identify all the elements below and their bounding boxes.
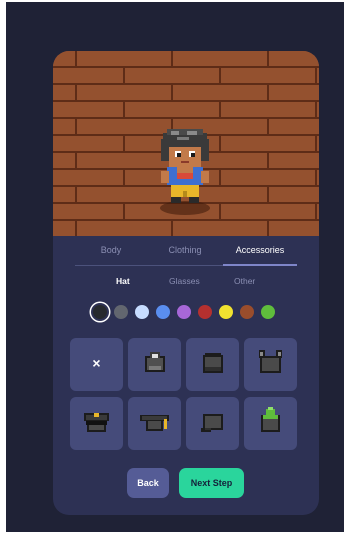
next-step-button[interactable]: Next Step — [179, 468, 244, 498]
color-swatch[interactable] — [219, 305, 233, 319]
police-cap-icon — [84, 413, 109, 432]
hat-option-beanie[interactable] — [186, 338, 239, 391]
color-swatch[interactable] — [135, 305, 149, 319]
graduation-cap-icon — [140, 415, 169, 431]
color-swatch[interactable] — [198, 305, 212, 319]
tab-accessories[interactable]: Accessories — [223, 245, 297, 255]
avatar-sprite — [161, 129, 209, 203]
subtab-other[interactable]: Other — [234, 276, 255, 286]
tab-clothing[interactable]: Clothing — [149, 245, 221, 255]
app-background: Body Clothing Accessories Hat Glasses Ot… — [6, 2, 344, 532]
none-x-icon: × — [92, 355, 101, 371]
color-swatch[interactable] — [177, 305, 191, 319]
hat-option-green-hood[interactable] — [244, 397, 297, 450]
tab-body[interactable]: Body — [75, 245, 147, 255]
category-tabs: Body Clothing Accessories — [75, 243, 297, 266]
color-swatch[interactable] — [114, 305, 128, 319]
accessory-subtabs: Hat Glasses Other — [53, 276, 319, 290]
green-hood-icon — [261, 407, 280, 432]
avatar-customizer-card: Body Clothing Accessories Hat Glasses Ot… — [53, 51, 319, 515]
color-swatch[interactable] — [156, 305, 170, 319]
hat-option-graduation-cap[interactable] — [128, 397, 181, 450]
subtab-hat[interactable]: Hat — [116, 276, 130, 286]
avatar-preview — [53, 51, 319, 236]
cat-ears-hat-icon — [259, 350, 282, 373]
baseball-cap-icon — [201, 414, 223, 432]
color-swatch[interactable] — [93, 305, 107, 319]
color-swatch[interactable] — [240, 305, 254, 319]
beanie-hat-icon — [203, 353, 223, 373]
active-tab-indicator — [223, 264, 297, 266]
subtab-glasses[interactable]: Glasses — [169, 276, 200, 286]
back-button[interactable]: Back — [127, 468, 169, 498]
hat-option-police-cap[interactable] — [70, 397, 123, 450]
color-swatch[interactable] — [261, 305, 275, 319]
hat-option-baseball-cap[interactable] — [186, 397, 239, 450]
headset-hat-icon — [145, 352, 165, 372]
hat-option-cat-ears[interactable] — [244, 338, 297, 391]
hat-option-none[interactable]: × — [70, 338, 123, 391]
hat-option-headset[interactable] — [128, 338, 181, 391]
